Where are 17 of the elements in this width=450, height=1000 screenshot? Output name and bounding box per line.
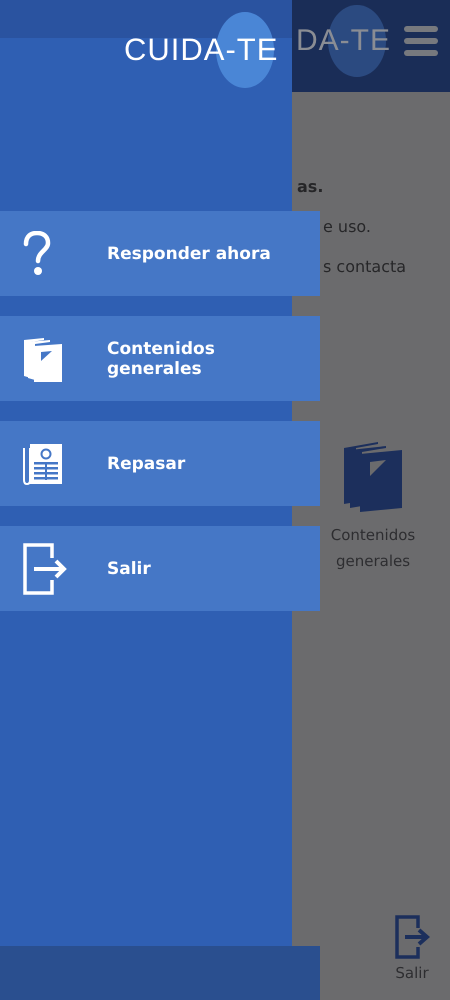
question-icon [22,230,52,276]
menu-tile[interactable]: Contenidos generales [318,440,428,574]
newspaper-icon [22,442,64,486]
menu-item[interactable]: Responder ahora [0,211,320,296]
exit-icon [22,542,68,596]
body-text: as. [296,176,324,198]
app-logo: CUIDA-TE [124,12,282,88]
menu-item[interactable]: Salir [0,526,320,611]
exit-icon [394,914,430,960]
books-icon [342,440,404,512]
menu-item[interactable]: Contenidos generales [0,316,320,401]
exit-tile[interactable]: Salir [394,914,430,982]
books-icon [22,336,64,382]
menu-icon[interactable] [404,26,438,56]
body-text: s contacta [322,256,408,278]
menu-item[interactable]: Repasar [0,421,320,506]
body-text: e uso. [322,216,372,238]
